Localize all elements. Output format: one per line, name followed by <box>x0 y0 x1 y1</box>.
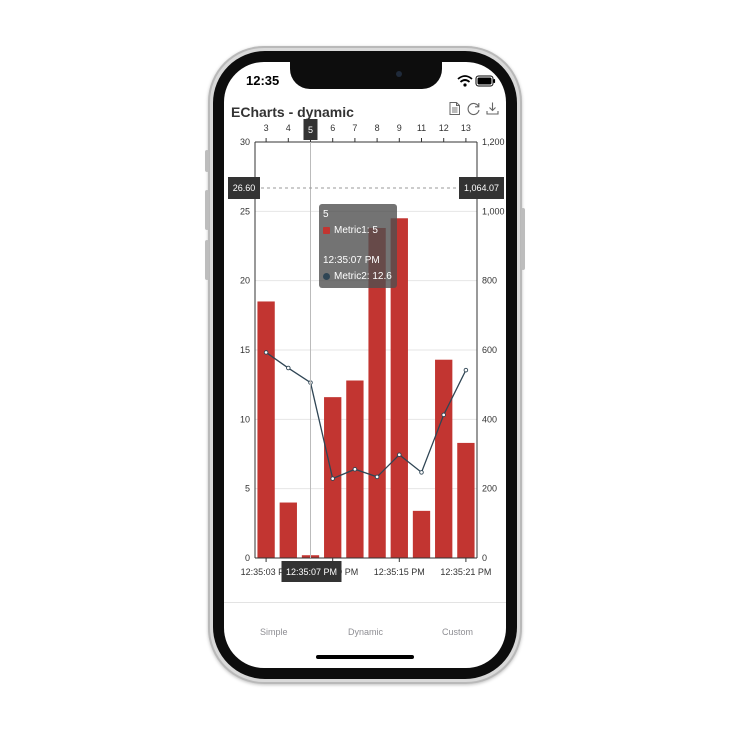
save-image-icon[interactable] <box>485 101 500 116</box>
data-view-icon[interactable] <box>447 101 462 116</box>
restore-icon[interactable] <box>466 101 481 116</box>
metric2-marker <box>323 273 330 280</box>
tab-simple[interactable]: Simple <box>260 627 288 637</box>
x-top-tick-label: 11 <box>417 123 426 133</box>
bar <box>257 301 275 558</box>
x-top-tick-label: 9 <box>397 123 402 133</box>
y-right-tick-label: 1,000 <box>482 206 505 216</box>
y-right-tick-label: 200 <box>482 484 497 494</box>
tooltip-time: 12:35:07 PM <box>323 255 380 266</box>
x-top-tick-label: 12 <box>439 123 449 133</box>
line-point <box>374 474 380 480</box>
x-top-tick-label: 13 <box>461 123 471 133</box>
pointer-top-label: 5 <box>308 125 313 135</box>
tab-custom[interactable]: Custom <box>442 627 473 637</box>
y-left-tick-label: 15 <box>240 345 250 355</box>
x-top-tick-label: 6 <box>330 123 335 133</box>
bar <box>457 442 475 558</box>
y-right-tick-label: 1,200 <box>482 137 505 147</box>
x-bottom-tick-label: 12:35:21 PM <box>440 567 491 577</box>
x-top-tick-label: 7 <box>352 123 357 133</box>
tooltip-header: 5 <box>323 209 329 220</box>
line-point <box>286 365 291 371</box>
mute-switch <box>205 150 209 172</box>
y-left-tick-label: 20 <box>240 276 250 286</box>
line-point <box>352 467 358 472</box>
tooltip-metric2: Metric2: 12.6 <box>334 271 392 282</box>
home-indicator <box>316 655 414 659</box>
pointer-bottom-label: 12:35:07 PM <box>286 567 337 577</box>
chart-area[interactable]: 0 0 5 200 10 400 15 600 20 800 25 1,000 30 1,200 3 4 5 6 7… <box>224 118 506 588</box>
bar <box>279 502 297 558</box>
volume-down-button <box>205 240 209 280</box>
y-right-tick-label: 800 <box>482 276 497 286</box>
tooltip: 5 Metric1: 5 12:35:07 PM Metric2: 12.6 <box>319 204 397 288</box>
tooltip-metric1-row: Metric1: 5 <box>323 225 378 236</box>
line-point <box>463 367 469 373</box>
y-right-tick-label: 400 <box>482 414 497 424</box>
x-bottom-tick-label: 12:35:15 PM <box>374 567 425 577</box>
wifi-icon <box>457 75 473 87</box>
bar <box>435 359 453 558</box>
y-right-tick-label: 600 <box>482 345 497 355</box>
camera-icon <box>396 71 402 77</box>
status-time: 12:35 <box>246 73 280 88</box>
volume-up-button <box>205 190 209 230</box>
status-icons <box>457 75 496 87</box>
y-left-tick-label: 30 <box>240 137 250 147</box>
line-point <box>441 412 446 418</box>
tab-dynamic[interactable]: Dynamic <box>348 627 383 637</box>
y-right-tick-label: 0 <box>482 553 487 563</box>
power-button <box>521 208 525 270</box>
line-point <box>419 470 424 475</box>
tooltip-metric2-row: Metric2: 12.6 <box>323 271 392 282</box>
line-point <box>330 476 335 481</box>
y-left-tick-label: 10 <box>240 414 250 424</box>
metric1-marker <box>323 227 330 234</box>
pointer-right-label: 1,064.07 <box>464 183 499 193</box>
x-top-tick-label: 4 <box>286 123 291 133</box>
y-left-tick-label: 0 <box>245 553 250 563</box>
notch <box>290 60 442 89</box>
tab-bar-divider <box>224 602 506 603</box>
tooltip-metric1: Metric1: 5 <box>334 225 378 236</box>
x-top-tick-label: 3 <box>264 123 269 133</box>
line-point <box>263 350 269 355</box>
y-left-tick-label: 5 <box>245 484 250 494</box>
y-left-tick-label: 25 <box>240 206 250 216</box>
x-top-tick-label: 8 <box>375 123 380 133</box>
line-point <box>397 452 402 457</box>
pointer-left-label: 26.60 <box>233 183 256 193</box>
battery-icon <box>475 75 496 87</box>
bar <box>412 510 431 558</box>
